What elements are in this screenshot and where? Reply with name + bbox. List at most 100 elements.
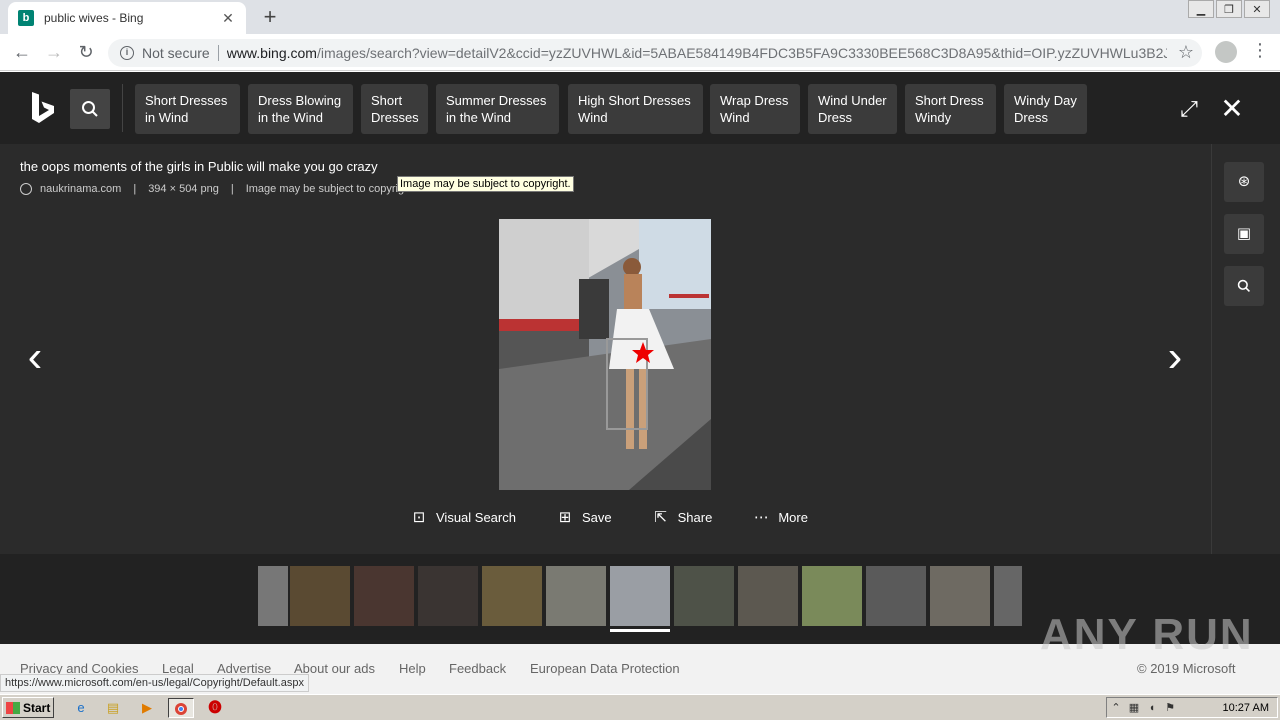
status-url: https://www.microsoft.com/en-us/legal/Co… (0, 674, 309, 692)
system-tray: ⌃ ▦ ◖ ⚑ 10:27 AM (1106, 697, 1278, 718)
visual-search-icon: ⊡ (412, 509, 426, 526)
related-search-chip[interactable]: Short Dress Windy (905, 84, 996, 134)
expand-icon[interactable]: ⤢ (1176, 96, 1202, 122)
close-viewer-icon[interactable]: ✕ (1218, 92, 1246, 125)
footer-link-help[interactable]: Help (399, 661, 426, 676)
chip-line2: Dress (818, 110, 852, 125)
image-source[interactable]: naukrinama.com (40, 183, 121, 195)
network-icon[interactable]: ▦ (1125, 701, 1143, 714)
url-host: www.bing.com (226, 45, 317, 61)
flag-icon[interactable]: ⚑ (1161, 701, 1179, 714)
more-icon: ⋯ (753, 509, 769, 526)
thumbnail[interactable] (546, 566, 606, 626)
forward-icon[interactable]: → (42, 40, 66, 64)
thumbnail[interactable] (994, 566, 1022, 626)
topbar-divider (122, 84, 123, 132)
browser-tab[interactable]: b public wives - Bing ✕ (8, 2, 246, 34)
media-player-icon[interactable]: ▶ (136, 698, 158, 718)
image-dimensions: 394 × 504 png (148, 183, 219, 195)
image-panel-icon[interactable]: ▣ (1224, 214, 1264, 254)
browser-menu-icon[interactable]: ⋮ (1250, 40, 1270, 61)
save-button[interactable]: ⊞ Save (556, 508, 612, 526)
window-close-button[interactable]: ✕ (1244, 0, 1270, 18)
previous-arrow-icon[interactable]: ‹ (20, 332, 50, 382)
chip-line2: in Wind (145, 110, 189, 125)
info-icon[interactable]: i (120, 46, 134, 60)
meta-divider: | (230, 183, 234, 195)
thumbnail[interactable] (258, 566, 288, 626)
chrome-icon[interactable] (168, 698, 194, 718)
thumbnail[interactable] (930, 566, 990, 626)
search-icon[interactable] (70, 89, 110, 129)
photo-illustration (499, 219, 711, 490)
related-search-chip[interactable]: Short Dresses (361, 84, 428, 134)
image-actions: ⊡ Visual Search ⊞ Save ⇱ Share ⋯ More (410, 508, 848, 526)
restore-button[interactable]: ❐ (1216, 0, 1242, 18)
thumbnail[interactable] (482, 566, 542, 626)
url-path: /images/search?view=detailV2&ccid=yzZUVH… (316, 45, 1167, 61)
thumbnail[interactable] (354, 566, 414, 626)
related-search-chip[interactable]: Wrap Dress Wind (710, 84, 800, 134)
alert-icon[interactable]: ⓿ (204, 698, 226, 718)
omnibox-separator (217, 45, 219, 61)
related-search-chip[interactable]: Windy Day Dress (1004, 84, 1087, 134)
thumbnail[interactable] (674, 566, 734, 626)
start-label: Start (23, 700, 51, 715)
tab-close-icon[interactable]: ✕ (220, 10, 236, 27)
explorer-icon[interactable]: ▤ (102, 698, 124, 718)
browser-titlebar: b public wives - Bing ✕ + ▁ ❐ ✕ (0, 0, 1280, 34)
thumbnail[interactable] (802, 566, 862, 626)
volume-icon[interactable]: ◖ (1143, 702, 1161, 714)
tab-title: public wives - Bing (44, 11, 144, 25)
related-search-chip[interactable]: Wind Under Dress (808, 84, 897, 134)
related-search-chip[interactable]: High Short Dresses Wind (568, 84, 703, 134)
footer-link-feedback[interactable]: Feedback (449, 661, 506, 676)
chip-line1: Dress Blowing (258, 93, 342, 108)
bookmark-star-icon[interactable]: ☆ (1178, 42, 1194, 63)
profile-avatar[interactable] (1215, 41, 1237, 63)
start-button[interactable]: Start (2, 697, 54, 718)
related-search-chip[interactable]: Summer Dresses in the Wind (436, 84, 559, 134)
share-button[interactable]: ⇱ Share (652, 508, 712, 526)
copyright-tooltip: Image may be subject to copyright. (397, 176, 574, 192)
reload-icon[interactable]: ↻ (74, 40, 98, 64)
bing-logo[interactable] (30, 90, 56, 124)
watermark-logo: ANY RUN (1040, 610, 1254, 659)
chip-line2: Wind (720, 110, 750, 125)
save-icon: ⊞ (558, 509, 572, 526)
share-icon: ⇱ (654, 509, 667, 526)
footer-link-data-protection[interactable]: European Data Protection (530, 661, 680, 676)
more-button[interactable]: ⋯ More (752, 508, 808, 526)
more-label: More (778, 509, 808, 525)
thumbnail[interactable] (290, 566, 350, 626)
clock[interactable]: 10:27 AM (1223, 702, 1269, 714)
image-title[interactable]: the oops moments of the girls in Public … (20, 159, 378, 174)
thumbnail[interactable] (418, 566, 478, 626)
thumbnail[interactable] (866, 566, 926, 626)
chip-line1: Summer Dresses (446, 93, 547, 108)
back-icon[interactable]: ← (10, 40, 34, 64)
minimize-button[interactable]: ▁ (1188, 0, 1214, 18)
visual-search-button[interactable]: ⊡ Visual Search (410, 508, 516, 526)
chip-line1: Short Dress (915, 93, 984, 108)
chip-line1: High Short Dresses (578, 93, 691, 108)
thumbnail-selected[interactable] (610, 566, 670, 626)
viewer-topbar: Short Dresses in Wind Dress Blowing in the… (0, 72, 1280, 144)
save-label: Save (581, 509, 612, 525)
search-panel-icon[interactable] (1224, 266, 1264, 306)
related-panel-icon[interactable]: ⊛ (1224, 162, 1264, 202)
omnibox[interactable]: i Not secure www.bing.com/images/search?… (108, 39, 1202, 67)
main-image[interactable] (499, 219, 711, 490)
ie-icon[interactable]: e (70, 698, 92, 718)
next-arrow-icon[interactable]: › (1160, 332, 1190, 382)
tray-expand-icon[interactable]: ⌃ (1107, 701, 1125, 714)
thumbnail[interactable] (738, 566, 798, 626)
related-search-chip[interactable]: Dress Blowing in the Wind (248, 84, 353, 134)
url-text[interactable]: www.bing.com/images/search?view=detailV2… (227, 45, 1167, 61)
globe-icon (20, 183, 32, 195)
not-secure-label: Not secure (142, 45, 210, 61)
related-search-chip[interactable]: Short Dresses in Wind (135, 84, 240, 134)
right-panel: ⊛ ▣ (1211, 144, 1280, 554)
new-tab-button[interactable]: + (258, 4, 282, 30)
footer-copyright: © 2019 Microsoft (1137, 661, 1236, 676)
